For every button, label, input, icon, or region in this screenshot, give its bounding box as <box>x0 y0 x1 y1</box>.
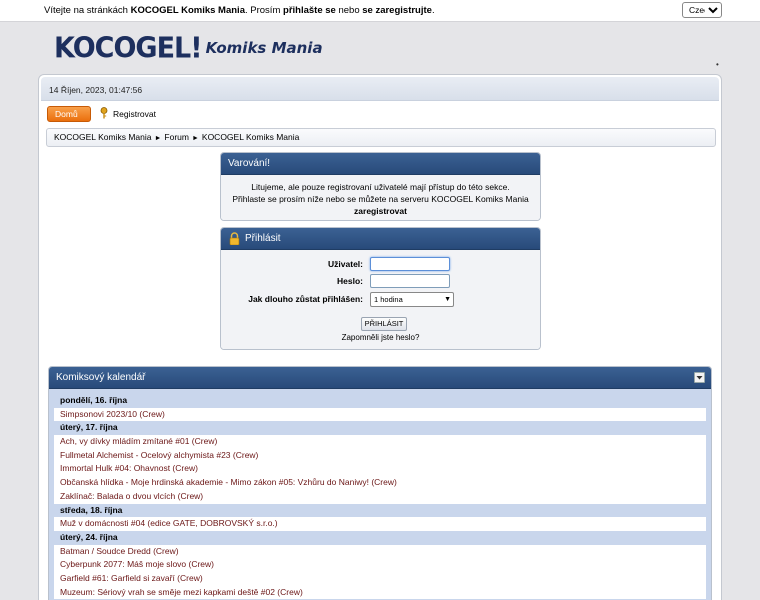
lock-icon <box>229 232 240 245</box>
calendar-event-link[interactable]: Garfield #61: Garfield si zavaří (Crew) <box>54 571 706 586</box>
calendar-event-link[interactable]: Immortal Hulk #04: Ohavnost (Crew) <box>54 462 706 477</box>
login-submit-button[interactable]: PŘIHLÁSIT <box>361 317 407 331</box>
register-link[interactable]: se zaregistrujte <box>362 5 432 16</box>
key-icon <box>100 107 108 119</box>
forgot-password-wrap: Zapomněli jste heslo? <box>221 333 540 342</box>
calendar-event-link[interactable]: Cyberpunk 2077: Máš moje slovo (Crew) <box>54 558 706 572</box>
login-title: Přihlásit <box>245 233 281 244</box>
header-dot: • <box>716 60 719 69</box>
calendar-title: Komiksový kalendář <box>56 372 146 383</box>
welcome-prefix: Vítejte na stránkách <box>44 5 131 16</box>
header-band: 14 Říjen, 2023, 01:47:56 <box>41 77 719 101</box>
register-menu-label: Registrovat <box>113 109 156 119</box>
warning-line-2: Přihlaste se prosím níže nebo se můžete … <box>232 194 529 204</box>
calendar-day-heading: středa, 18. října <box>54 503 706 518</box>
calendar-event-link[interactable]: Fullmetal Alchemist - Ocelový alchymista… <box>54 448 706 463</box>
welcome-end: . <box>431 5 435 16</box>
welcome-or: nebo <box>335 5 363 16</box>
welcome-mid: . Prosím <box>245 5 284 16</box>
chevron-down-icon: ▼ <box>444 296 451 303</box>
breadcrumb-item-board[interactable]: KOCOGEL Komiks Mania <box>202 132 299 142</box>
register-menu-button[interactable]: Registrovat <box>99 107 156 121</box>
top-bar: Vítejte na stránkách KOCOGEL Komiks Mani… <box>0 0 760 22</box>
warning-box: Varování! Litujeme, ale pouze registrova… <box>220 152 541 221</box>
login-box: Přihlásit Uživatel: Heslo: Jak dlouho zů… <box>220 227 541 350</box>
login-header: Přihlásit <box>221 228 540 250</box>
logo-sub-text: Komiks Mania <box>205 39 323 57</box>
warning-line-1: Litujeme, ale pouze registrovaní uživate… <box>251 182 510 192</box>
calendar-event-link[interactable]: Simpsonovi 2023/10 (Crew) <box>54 407 706 422</box>
breadcrumb-item-forum[interactable]: Forum <box>164 132 189 142</box>
breadcrumb-separator-icon: ► <box>154 135 162 142</box>
logo-main-text: KOCOGEL! <box>54 32 203 65</box>
comics-calendar: Komiksový kalendář pondělí, 16. října Sim… <box>48 366 712 600</box>
calendar-event-link[interactable]: Ach, vy dívky mládím zmítané #01 (Crew) <box>54 435 706 449</box>
site-logo[interactable]: KOCOGEL! Komiks Mania <box>54 32 323 65</box>
username-input[interactable] <box>370 257 450 271</box>
breadcrumb-separator-icon: ► <box>191 135 199 142</box>
current-datetime: 14 Říjen, 2023, 01:47:56 <box>49 85 143 95</box>
login-link[interactable]: přihlašte se <box>283 5 336 16</box>
calendar-event-link[interactable]: Muž v domácnosti #04 (edice GATE, DOBROV… <box>54 517 706 531</box>
warning-title: Varování! <box>221 153 540 175</box>
welcome-message: Vítejte na stránkách KOCOGEL Komiks Mani… <box>44 5 435 16</box>
collapse-toggle[interactable] <box>694 372 705 383</box>
calendar-event-link[interactable]: Muzeum: Sériový vrah se směje mezi kapka… <box>54 585 706 600</box>
login-body: Uživatel: Heslo: Jak dlouho zůstat přihl… <box>221 250 540 349</box>
calendar-day-heading: pondělí, 16. října <box>54 394 706 408</box>
main-wrapper: 14 Říjen, 2023, 01:47:56 Domů Registrova… <box>38 74 722 600</box>
home-button[interactable]: Domů <box>47 106 91 122</box>
password-label: Heslo: <box>337 276 363 286</box>
calendar-header: Komiksový kalendář <box>49 367 711 389</box>
calendar-event-link[interactable]: Zaklínač: Balada o dvou vlcích (Crew) <box>54 489 706 504</box>
calendar-event-link[interactable]: Batman / Soudce Dredd (Crew) <box>54 544 706 559</box>
welcome-site-name: KOCOGEL Komiks Mania <box>130 5 245 16</box>
chevron-down-icon <box>696 376 703 380</box>
calendar-day-heading: úterý, 17. října <box>54 421 706 436</box>
username-label: Uživatel: <box>328 259 363 269</box>
session-length-select[interactable]: 1 hodina ▼ <box>370 292 454 307</box>
forgot-password-link[interactable]: Zapomněli jste heslo? <box>342 333 420 342</box>
language-select[interactable]: Czech <box>682 2 722 18</box>
calendar-body: pondělí, 16. října Simpsonovi 2023/10 (Cr… <box>49 389 711 600</box>
password-input[interactable] <box>370 274 450 288</box>
breadcrumb: KOCOGEL Komiks Mania ► Forum ► KOCOGEL Komik… <box>46 128 716 147</box>
calendar-day-heading: úterý, 24. října <box>54 530 706 545</box>
session-length-label: Jak dlouho zůstat přihlášen: <box>248 294 363 304</box>
breadcrumb-item-home[interactable]: KOCOGEL Komiks Mania <box>54 132 151 142</box>
warning-body: Litujeme, ale pouze registrovaní uživate… <box>221 175 540 220</box>
warning-register-link[interactable]: zaregistrovat <box>354 206 407 216</box>
calendar-event-link[interactable]: Občanská hlídka - Moje hrdinská akademie… <box>54 476 706 490</box>
session-length-value: 1 hodina <box>374 295 403 304</box>
